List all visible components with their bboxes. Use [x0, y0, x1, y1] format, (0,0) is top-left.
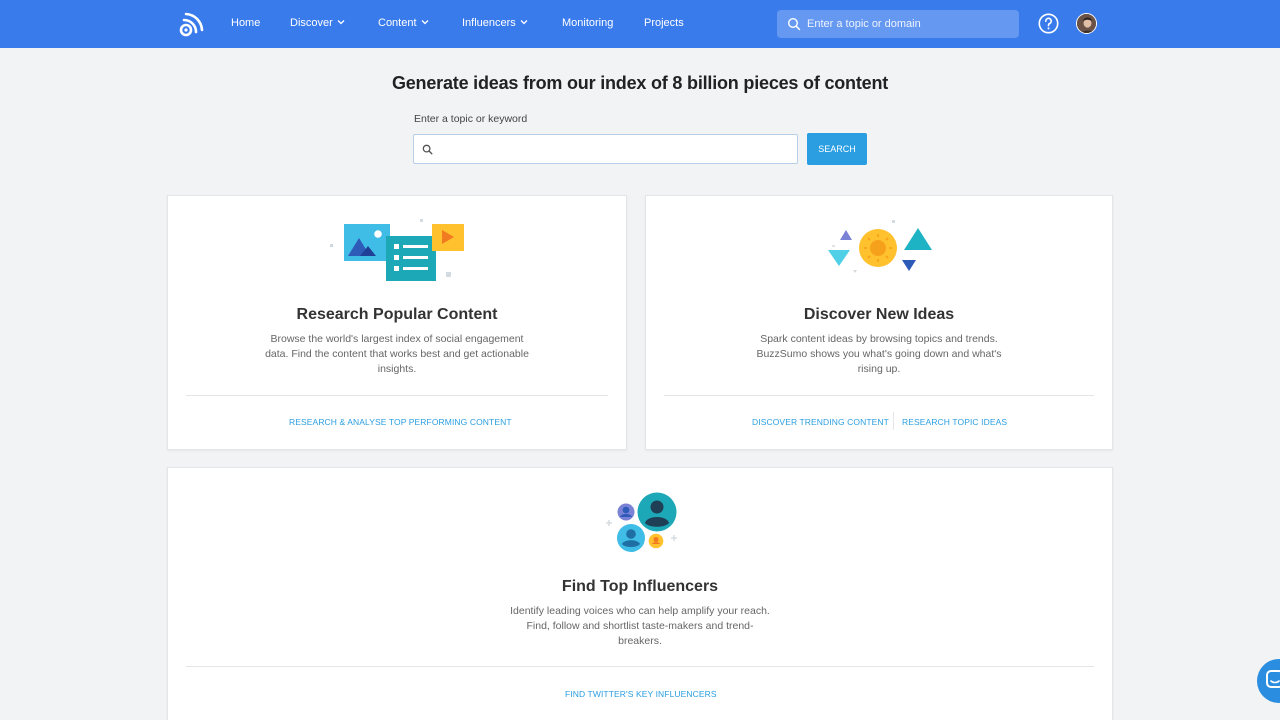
search-label: Enter a topic or keyword — [414, 113, 528, 125]
research-card-title: Research Popular Content — [296, 306, 498, 323]
divider — [664, 395, 1094, 396]
find-twitter-influencers-link[interactable]: FIND TWITTER'S KEY INFLUENCERS — [565, 689, 717, 699]
nav-monitoring[interactable]: Monitoring — [562, 0, 613, 48]
search-button[interactable]: SEARCH — [807, 133, 867, 165]
buzzsumo-logo-icon[interactable] — [178, 10, 206, 38]
chevron-down-icon — [520, 20, 528, 25]
nav-monitoring-label: Monitoring — [562, 17, 614, 29]
nav-discover-label: Discover — [290, 17, 333, 29]
link-separator — [893, 412, 894, 430]
research-card: Research Popular Content Browse the worl… — [167, 195, 627, 450]
help-circle-icon[interactable] — [1038, 13, 1059, 34]
top-search-input[interactable] — [807, 10, 1012, 38]
top-nav: Home Discover Content Influencers Monito… — [0, 0, 1280, 48]
influencers-card: Find Top Influencers Identify leading vo… — [167, 467, 1113, 720]
nav-home[interactable]: Home — [231, 0, 260, 48]
content-illustration-icon — [330, 219, 464, 281]
discover-card-description: Spark content ideas by browsing topics a… — [756, 333, 1002, 375]
page-title: Generate ideas from our index of 8 billi… — [391, 73, 889, 93]
ideas-illustration-icon — [828, 220, 932, 273]
discover-card-title: Discover New Ideas — [803, 306, 955, 323]
nav-influencers-label: Influencers — [462, 17, 516, 29]
discover-card: Discover New Ideas Spark content ideas b… — [645, 195, 1113, 450]
nav-content-label: Content — [378, 17, 417, 29]
discover-trending-content-link[interactable]: DISCOVER TRENDING CONTENT — [752, 417, 889, 427]
influencers-card-description: Identify leading voices who can help amp… — [510, 605, 770, 647]
nav-home-label: Home — [231, 17, 261, 29]
chat-icon — [1266, 670, 1280, 688]
research-topic-ideas-link[interactable]: RESEARCH TOPIC IDEAS — [902, 417, 1007, 427]
divider — [186, 666, 1094, 667]
chevron-down-icon — [421, 20, 428, 25]
search-icon — [787, 17, 801, 31]
search-icon — [422, 144, 433, 155]
research-top-content-link[interactable]: RESEARCH & ANALYSE TOP PERFORMING CONTEN… — [289, 417, 512, 427]
chat-launcher-button[interactable] — [1257, 659, 1280, 703]
avatar[interactable] — [1076, 13, 1097, 34]
avatar-image — [1077, 14, 1096, 33]
nav-projects-label: Projects — [644, 17, 684, 29]
influencers-card-title: Find Top Influencers — [561, 578, 719, 595]
influencers-illustration-icon — [606, 492, 677, 552]
nav-discover[interactable]: Discover — [290, 0, 346, 48]
chevron-down-icon — [337, 20, 345, 25]
nav-projects[interactable]: Projects — [644, 0, 684, 48]
nav-content[interactable]: Content — [378, 0, 430, 48]
top-search-box — [777, 10, 1019, 38]
research-card-description: Browse the world's largest index of soci… — [265, 333, 529, 375]
main-search-input[interactable] — [438, 135, 793, 163]
main-search-box — [413, 134, 798, 164]
nav-influencers[interactable]: Influencers — [462, 0, 529, 48]
divider — [186, 395, 608, 396]
